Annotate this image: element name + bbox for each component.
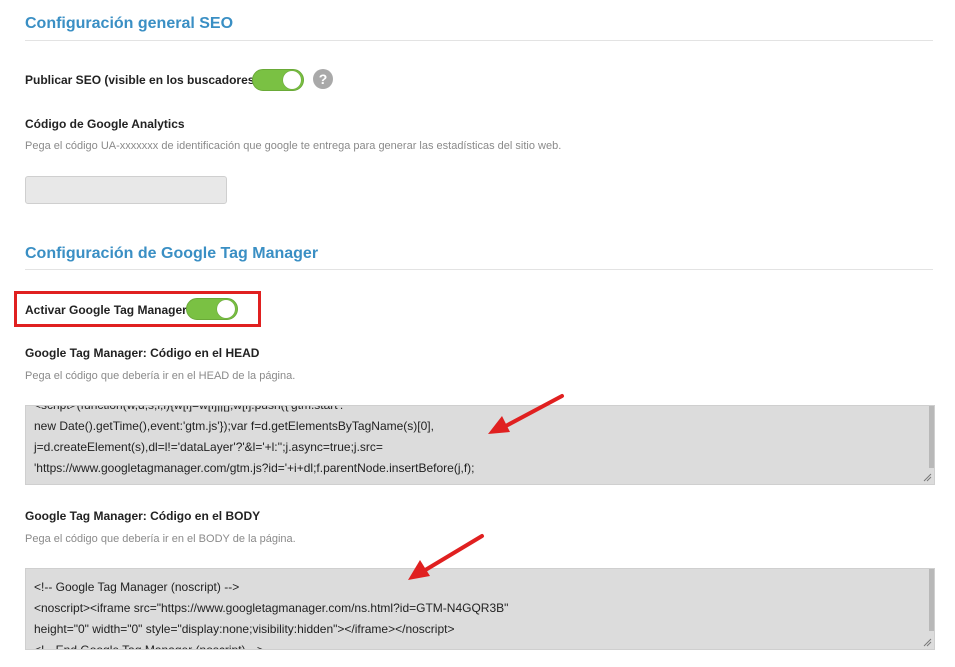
red-arrow-icon <box>488 394 564 434</box>
seo-divider <box>25 40 933 41</box>
gtm-section-title: Configuración de Google Tag Manager <box>25 245 319 262</box>
gtm-head-help-text: Pega el código que debería ir en el HEAD… <box>25 370 296 382</box>
code-line: <!-- End Google Tag Manager (noscript) -… <box>34 643 264 650</box>
gtm-head-label: Google Tag Manager: Código en el HEAD <box>25 346 260 360</box>
resize-grip-icon[interactable] <box>922 637 932 647</box>
publish-seo-toggle[interactable] <box>252 69 304 91</box>
analytics-code-input[interactable] <box>25 176 227 204</box>
code-line: j=d.createElement(s),dl=l!='dataLayer'?'… <box>34 440 383 454</box>
seo-section-title: Configuración general SEO <box>25 15 234 32</box>
question-mark-icon[interactable]: ? <box>313 69 333 89</box>
gtm-body-label: Google Tag Manager: Código en el BODY <box>25 509 261 523</box>
activate-gtm-toggle[interactable] <box>186 298 238 320</box>
gtm-divider <box>25 269 933 270</box>
textarea-scrollbar[interactable] <box>929 406 934 468</box>
publish-seo-label: Publicar SEO (visible en los buscadores) <box>25 73 259 87</box>
toggle-knob <box>217 300 235 318</box>
red-arrow-icon <box>408 534 484 580</box>
analytics-help-text: Pega el código UA-xxxxxxx de identificac… <box>25 140 562 152</box>
code-line: <noscript><iframe src="https://www.googl… <box>34 601 509 615</box>
textarea-scrollbar[interactable] <box>929 569 934 631</box>
toggle-knob <box>283 71 301 89</box>
code-line: 'https://www.googletagmanager.com/gtm.js… <box>34 461 475 475</box>
analytics-label: Código de Google Analytics <box>25 117 185 131</box>
resize-grip-icon[interactable] <box>922 472 932 482</box>
code-line: height="0" width="0" style="display:none… <box>34 622 455 636</box>
activate-gtm-label: Activar Google Tag Manager <box>25 303 187 317</box>
gtm-body-help-text: Pega el código que debería ir en el BODY… <box>25 533 296 545</box>
